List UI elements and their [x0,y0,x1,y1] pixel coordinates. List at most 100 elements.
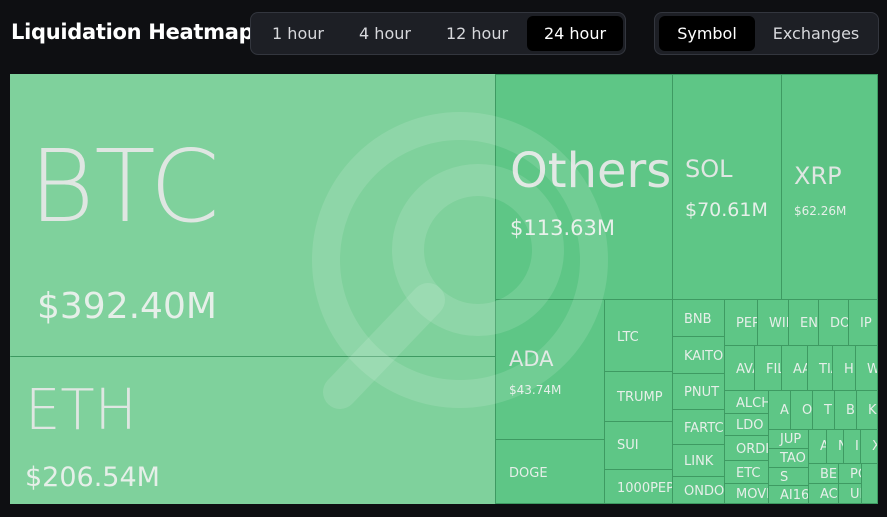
tile-symbol: TAO [780,451,806,466]
tile-ena[interactable]: ENA [788,299,819,346]
tile-sui[interactable]: SUI [604,421,673,470]
tile-ada[interactable]: ADA $43.74M [495,299,605,440]
tile-symbol: B [846,403,855,418]
tile-btc[interactable]: BTC $392.40M [10,74,496,357]
tile-bnb[interactable]: BNB [672,299,725,337]
tile-fartcoin[interactable]: FARTCOIN [672,409,725,445]
tile-dot[interactable]: DOT [818,299,849,346]
liquidation-heatmap: BTC $392.40M ETH $206.54M Others $113.63… [10,74,878,504]
tile-move[interactable]: MOVE [724,483,769,504]
tile-symbol: LINK [684,454,714,469]
tile-symbol: KAITO [684,349,724,364]
tile-b[interactable]: B [834,390,857,430]
tile-symbol: FIL [766,362,781,377]
tile-symbol: 1000PEPE [617,481,672,496]
tile-symbol: A [780,403,789,418]
tile-s[interactable]: S [768,467,809,486]
tile-symbol: X [872,440,877,453]
tile-symbol: WIF [769,316,788,331]
tile-symbol: JUP [780,432,802,447]
tile-others[interactable]: Others $113.63M [495,74,673,300]
tile-symbol: MOVE [736,487,768,502]
tile-symbol: DOGE [509,466,548,481]
tile-symbol: SOL [685,155,733,183]
tab-exchanges[interactable]: Exchanges [757,16,875,51]
tile-symbol: ORDI [736,442,769,457]
tile-etc[interactable]: ETC [724,460,769,484]
view-mode-selector: Symbol Exchanges [654,12,879,55]
tile-value: $392.40M [37,286,217,327]
tile-po[interactable]: PO [838,463,862,484]
tile-i[interactable]: I [843,429,861,464]
tile-fil[interactable]: FIL [754,345,782,391]
tile-symbol: S [780,470,789,485]
tile-symbol: FARTCOIN [684,421,724,436]
tile-symbol: T [824,403,832,418]
tile-n[interactable]: N [826,429,844,464]
tile-symbol: IP [860,316,872,331]
tile-ai16z[interactable]: AI16Z [768,485,809,504]
tile-symbol: SUI [617,438,639,453]
tab-1-hour[interactable]: 1 hour [255,16,341,51]
tile-ltc[interactable]: LTC [604,299,673,372]
tile-symbol: XRP [794,162,842,190]
tile-symbol: LDO [736,418,764,433]
tile-ldo[interactable]: LDO [724,413,769,436]
tile-aave[interactable]: AAVE [781,345,808,391]
tile-symbol: AVAX [736,362,754,377]
tile-symbol: Others [510,143,672,199]
tile-be[interactable]: BE [808,463,839,484]
tile-xrp[interactable]: XRP $62.26M [781,74,878,300]
tile-symbol: BTC [29,128,220,245]
tile-symbol: PNUT [684,385,720,400]
tile-symbol: W [867,363,877,376]
tile-symbol: AC [820,487,838,502]
tile-1000pepe[interactable]: 1000PEPE [604,469,673,504]
tile-ondo[interactable]: ONDO [672,476,725,504]
tile-symbol: TIA [819,362,832,377]
tile-ordi[interactable]: ORDI [724,435,769,461]
tile-eth[interactable]: ETH $206.54M [10,356,496,504]
tile-kaito[interactable]: KAITO [672,336,725,374]
tile-pnut[interactable]: PNUT [672,373,725,410]
tile-symbol: DOT [830,316,848,331]
tile-sol[interactable]: SOL $70.61M [672,74,782,300]
tile-trump[interactable]: TRUMP [604,371,673,422]
tile-a[interactable]: A [768,390,791,430]
tile-tao[interactable]: TAO [768,448,809,468]
tab-symbol[interactable]: Symbol [659,16,755,51]
tile-value: $70.61M [685,199,768,221]
tile-k[interactable]: K [856,390,878,430]
tile-alch[interactable]: ALCH [724,390,769,414]
tile-symbol: LTC [617,330,639,345]
tile-link[interactable]: LINK [672,444,725,477]
tab-24-hour[interactable]: 24 hour [527,16,623,51]
tile-wif[interactable]: WIF [757,299,789,346]
tile-ac[interactable]: AC [808,483,839,504]
tile-un[interactable]: UN [838,483,862,504]
page-title: Liquidation Heatmap [11,20,254,44]
tile-pepe[interactable]: PEPE [724,299,758,346]
tile-symbol: AI16Z [780,488,809,503]
tile-w[interactable]: W [855,345,878,391]
tab-4-hour[interactable]: 4 hour [343,16,427,51]
tile-jup[interactable]: JUP [768,429,809,449]
tile-avax[interactable]: AVAX [724,345,755,391]
tile-symbol: ADA [509,347,554,371]
tile-a2[interactable]: A [808,429,827,464]
tile-doge[interactable]: DOGE [495,439,605,504]
tile-symbol: AAVE [793,362,807,377]
tile-t[interactable]: T [812,390,835,430]
tab-12-hour[interactable]: 12 hour [429,16,525,51]
tile-value: $113.63M [510,216,615,240]
tile-symbol: K [868,403,877,418]
tile-symbol: ONDO [684,484,725,499]
tile-value: $43.74M [509,383,562,397]
tile-unlabeled[interactable] [861,463,878,504]
tile-hbar[interactable]: HBAR [832,345,856,391]
tile-o[interactable]: O [790,390,813,430]
tile-x[interactable]: X [860,429,878,464]
tile-symbol: O [802,403,813,418]
tile-tia[interactable]: TIA [807,345,833,391]
tile-ip[interactable]: IP [848,299,878,346]
